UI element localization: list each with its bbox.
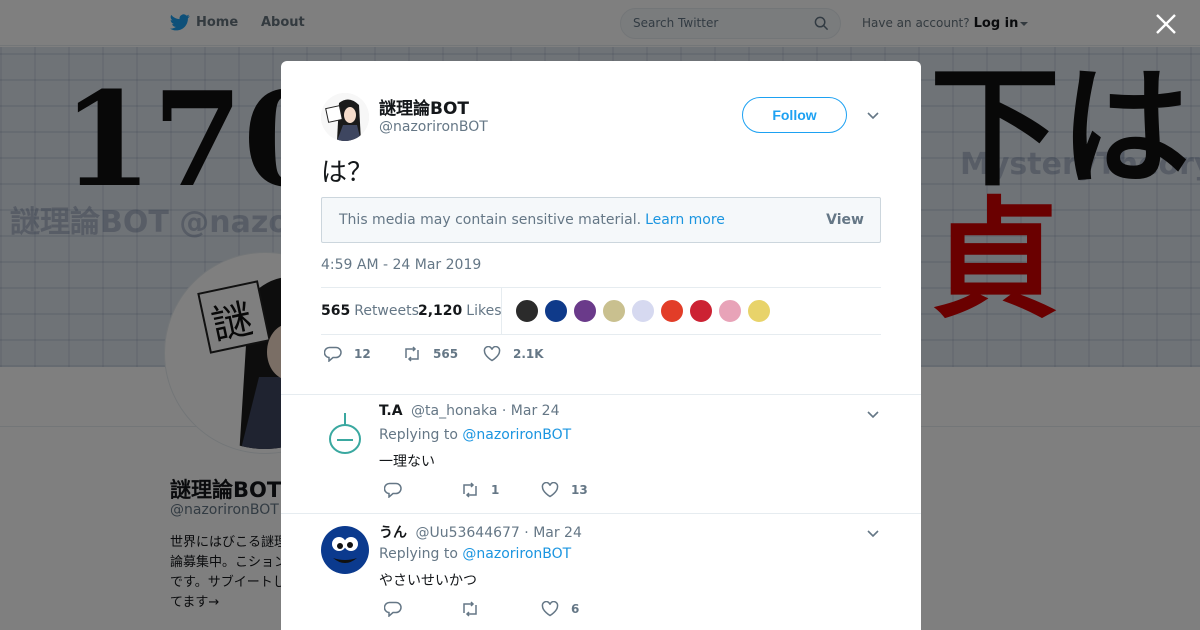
liker-avatar[interactable] [602,299,626,323]
reply-text: 一理ない [379,454,435,470]
retweet-action[interactable]: 565 [403,346,458,362]
reply-date[interactable]: · Mar 24 [524,525,582,541]
reply-author-name[interactable]: T.A [379,403,403,419]
replying-to: Replying to @nazorironBOT [379,546,571,562]
reply-author-handle[interactable]: @Uu53644677 [415,525,519,541]
replying-prefix: Replying to [379,546,458,562]
liker-avatar[interactable] [544,299,568,323]
replying-prefix: Replying to [379,427,458,443]
reply-tweet[interactable]: T.A @ta_honaka · Mar 24 Replying to @naz… [281,394,921,512]
stats-divider [501,288,502,335]
replying-to-link[interactable]: @nazorironBOT [462,427,571,443]
likes-count: 2,120 [418,303,463,319]
reply-author-name[interactable]: うん [379,525,407,541]
liker-avatar[interactable] [689,299,713,323]
reply-action[interactable] [384,482,414,498]
retweets-label: Retweets [354,303,419,319]
tweet-modal: 謎理論BOT @nazorironBOT Follow は？ This medi… [281,61,921,630]
liker-avatar[interactable] [660,299,684,323]
reply-icon [324,346,342,362]
tweet-author-handle[interactable]: @nazorironBOT [379,119,488,135]
retweet-count: 1 [491,483,500,497]
tweet-author-name[interactable]: 謎理論BOT [379,94,469,119]
retweet-icon [463,482,477,498]
reply-avatar-image [321,407,369,455]
reply-tweet[interactable]: うん @Uu53644677 · Mar 24 Replying to @naz… [281,513,921,630]
retweet-icon [463,601,477,617]
retweet-icon [405,346,419,362]
liker-avatar[interactable] [718,299,742,323]
likes-stat[interactable]: 2,120 Likes [418,303,502,319]
retweet-count: 565 [433,347,459,361]
retweets-count: 565 [321,303,351,319]
reply-icon [384,601,402,617]
tweet-text: は？ [321,158,374,188]
heart-icon [541,482,559,498]
reply-header: うん @Uu53644677 · Mar 24 [379,522,582,542]
like-action[interactable]: 13 [541,482,588,498]
tweet-author-avatar[interactable] [321,93,369,141]
liker-avatar[interactable] [515,299,539,323]
close-icon[interactable] [1155,13,1177,35]
retweet-action[interactable]: 1 [461,482,499,498]
retweets-stat[interactable]: 565 Retweets [321,303,419,319]
like-count: 6 [571,602,580,616]
chevron-down-icon[interactable] [867,530,879,538]
like-count: 2.1K [513,347,544,361]
retweet-action[interactable] [461,601,491,617]
reply-avatar[interactable] [321,526,369,574]
reply-count: 12 [354,347,371,361]
liker-avatar[interactable] [573,299,597,323]
like-count: 13 [571,483,588,497]
liker-avatar[interactable] [747,299,771,323]
reply-avatar-image [321,526,369,574]
reply-action[interactable]: 12 [324,346,371,362]
heart-icon [541,601,559,617]
like-action[interactable]: 2.1K [483,346,544,362]
reply-date[interactable]: · Mar 24 [502,403,560,419]
reply-avatar[interactable] [321,407,369,455]
reply-action[interactable] [384,601,414,617]
reply-text: やさいせいかつ [379,573,477,589]
chevron-down-icon[interactable] [867,411,879,419]
replying-to-link[interactable]: @nazorironBOT [462,546,571,562]
reply-header: T.A @ta_honaka · Mar 24 [379,403,559,419]
heart-icon [483,346,501,362]
follow-button[interactable]: Follow [742,97,847,133]
author-avatar-image [321,93,369,141]
learn-more-link[interactable]: Learn more [645,212,725,228]
tweet-stats: 565 Retweets 2,120 Likes [321,287,881,335]
reply-author-handle[interactable]: @ta_honaka [411,403,497,419]
likes-label: Likes [466,303,502,319]
liker-avatars [515,299,771,323]
sensitive-text: This media may contain sensitive materia… [339,212,642,228]
tweet-timestamp[interactable]: 4:59 AM - 24 Mar 2019 [321,257,481,273]
reply-icon [384,482,402,498]
chevron-down-icon[interactable] [867,112,879,120]
replying-to: Replying to @nazorironBOT [379,427,571,443]
liker-avatar[interactable] [631,299,655,323]
like-action[interactable]: 6 [541,601,579,617]
view-media-button[interactable]: View [826,212,864,228]
sensitive-media-notice: This media may contain sensitive materia… [321,197,881,243]
